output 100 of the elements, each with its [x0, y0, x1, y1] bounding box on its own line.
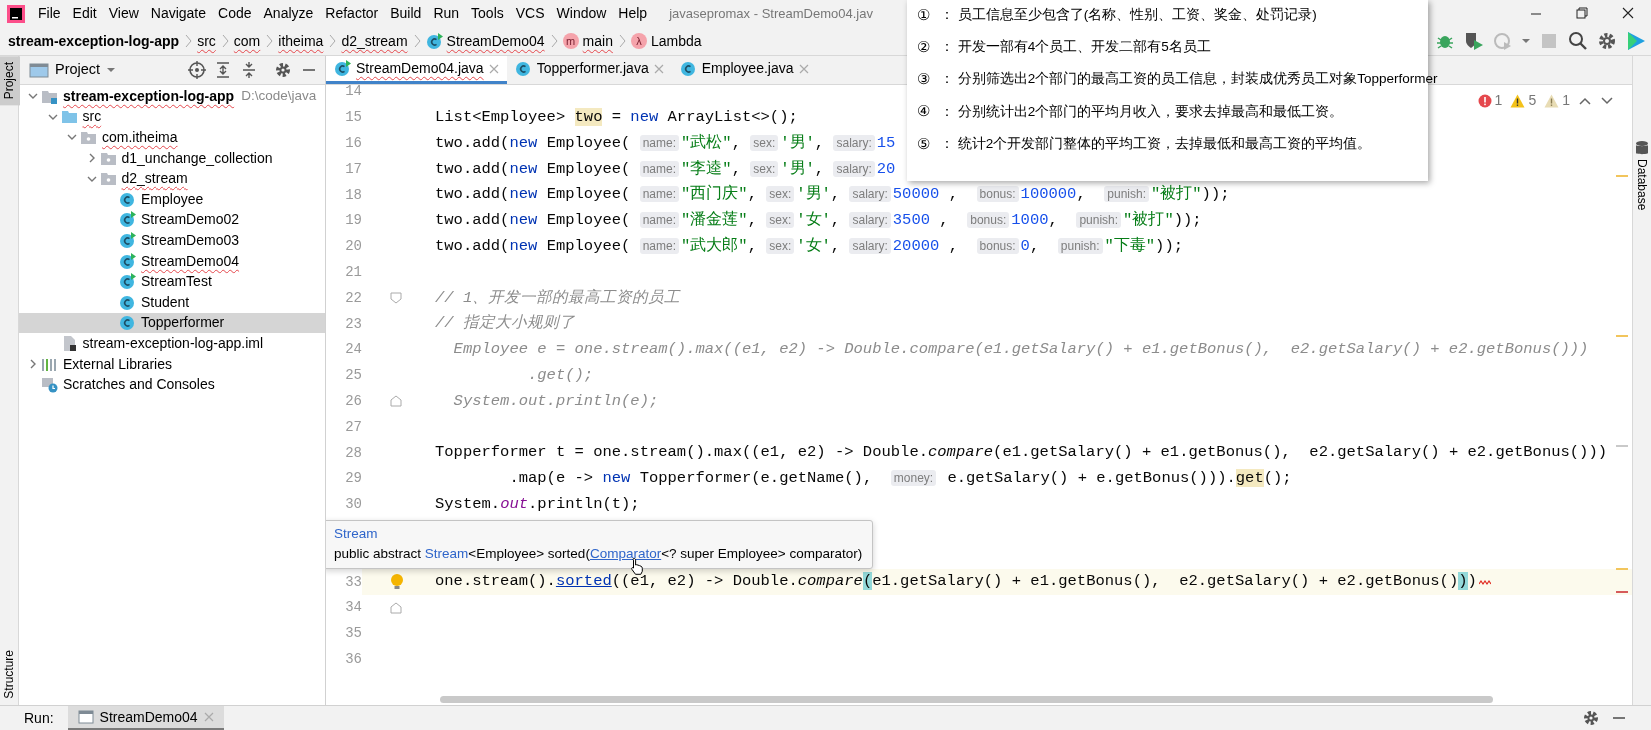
- menu-item[interactable]: VCS: [509, 3, 551, 24]
- parameter-hint: sex:: [766, 186, 795, 203]
- close-icon[interactable]: [488, 63, 499, 74]
- menu-item[interactable]: View: [102, 3, 145, 24]
- breadcrumb-item[interactable]: Lambda: [650, 30, 702, 52]
- close-icon[interactable]: [653, 63, 664, 74]
- tree-item[interactable]: src: [19, 106, 325, 128]
- tree-item[interactable]: StreamDemo04: [19, 250, 325, 272]
- package-icon: [80, 129, 97, 146]
- line-number: 29: [344, 469, 362, 489]
- line-number: 23: [344, 314, 362, 334]
- note-text: ： 分别筛选出2个部门的最高工资的员工信息，封装成优秀员工对象Topperformer: [940, 70, 1438, 89]
- editor-tab[interactable]: StreamDemo04.java: [326, 56, 507, 84]
- tool-window-tab[interactable]: Database: [1633, 159, 1651, 211]
- menu-item[interactable]: Build: [384, 3, 428, 24]
- code-line: one.stream().sorted((e1, e2) -> Double.compare(e1.getSalary() + e1.getBonus(), e2.getSalary() + e2.getBonus())): [435, 571, 1477, 593]
- coverage-icon[interactable]: [1463, 30, 1485, 52]
- method-link[interactable]: sorted: [555, 572, 612, 591]
- breadcrumb-item[interactable]: com: [233, 30, 261, 52]
- breadcrumb-item[interactable]: stream-exception-log-app: [8, 30, 180, 52]
- breadcrumb-item[interactable]: src: [197, 30, 216, 52]
- line-number: 22: [344, 288, 362, 308]
- menu-item[interactable]: Run: [427, 3, 466, 24]
- tree-item[interactable]: Scratches and Consoles: [19, 374, 325, 395]
- line-number: 21: [344, 262, 362, 282]
- breadcrumb-item[interactable]: d2_stream: [341, 30, 408, 52]
- code-line: Topperformer t = one.stream().max((e1, e2) -> Double.compare(e1.getSalary() + e1.getBonus(), e2.getSalary() + e2.getBonus())): [435, 442, 1607, 464]
- tree-item[interactable]: d1_unchange_collection: [19, 147, 325, 169]
- menu-item[interactable]: Refactor: [319, 3, 385, 24]
- parameter-hint: name:: [639, 134, 679, 151]
- parameter-hint: punish:: [1076, 212, 1122, 229]
- line-number: 26: [344, 391, 362, 411]
- breadcrumb-item[interactable]: itheima: [278, 30, 324, 52]
- tree-item[interactable]: StreamTest: [19, 271, 325, 292]
- tree-item[interactable]: Employee: [19, 188, 325, 210]
- settings-icon[interactable]: [1581, 708, 1601, 728]
- tooltip-title[interactable]: Stream: [334, 523, 863, 544]
- path-text: D:\code\java: [241, 87, 317, 106]
- parameter-hint: salary:: [833, 160, 875, 177]
- class-icon: [119, 293, 136, 311]
- tree-item[interactable]: Student: [19, 291, 325, 313]
- scrollbar-thumb[interactable]: [440, 695, 1493, 703]
- tree-item[interactable]: d2_stream: [19, 168, 325, 189]
- menu-item[interactable]: Analyze: [257, 3, 320, 24]
- menu-item[interactable]: File: [32, 3, 67, 24]
- menu-item[interactable]: Window: [550, 3, 613, 24]
- error-icon[interactable]: [1477, 93, 1492, 108]
- chevron-separator-icon: [264, 32, 275, 50]
- note-text: ： 分别统计出2个部门的平均月收入，要求去掉最高和最低工资。: [940, 102, 1344, 121]
- parameter-hint: sex:: [750, 160, 779, 177]
- editor-tab[interactable]: Employee.java: [671, 56, 817, 84]
- panel-title[interactable]: Project: [55, 59, 101, 81]
- search-icon[interactable]: [1567, 30, 1589, 52]
- class-icon: [119, 190, 136, 208]
- menu-item[interactable]: Edit: [66, 3, 103, 24]
- editor-tab[interactable]: Topperformer.java: [506, 56, 672, 84]
- run-tab[interactable]: StreamDemo04: [67, 706, 224, 730]
- locate-icon[interactable]: [187, 60, 207, 80]
- weak-warning-icon[interactable]: [1544, 93, 1560, 108]
- tool-window-tab[interactable]: Structure: [0, 644, 20, 705]
- close-icon[interactable]: [798, 63, 809, 74]
- line-number: 28: [344, 443, 362, 463]
- parameter-hint: name:: [639, 212, 679, 229]
- parameter-hint: name:: [639, 160, 679, 177]
- menu-item[interactable]: Help: [612, 3, 654, 24]
- settings-icon[interactable]: [273, 60, 293, 80]
- tree-item[interactable]: Topperformer: [19, 312, 325, 334]
- tree-item[interactable]: com.itheima: [19, 127, 325, 148]
- fold-icon[interactable]: [390, 292, 402, 305]
- tree-item[interactable]: stream-exception-log-app.iml: [19, 333, 325, 354]
- tree-item[interactable]: stream-exception-log-app D:\code\java: [19, 86, 325, 107]
- fold-icon[interactable]: [390, 395, 402, 408]
- type-link[interactable]: Stream: [424, 545, 469, 561]
- database-icon[interactable]: [1635, 140, 1649, 156]
- warning-icon[interactable]: [1510, 93, 1526, 108]
- chevron-separator-icon: [183, 32, 194, 50]
- breadcrumb-item[interactable]: main: [582, 30, 613, 52]
- tree-item[interactable]: StreamDemo03: [19, 230, 325, 251]
- list-marker: ④: [917, 101, 930, 122]
- menu-item[interactable]: Tools: [465, 3, 510, 24]
- tool-window-tab[interactable]: Project: [0, 56, 20, 106]
- fold-icon[interactable]: [390, 601, 402, 614]
- lightbulb-icon[interactable]: [390, 573, 404, 592]
- breadcrumb-item[interactable]: StreamDemo04: [446, 30, 545, 52]
- code-line: System.out.println(t);: [435, 494, 640, 515]
- issue-count: 1: [1494, 91, 1503, 110]
- settings-icon[interactable]: [1596, 30, 1618, 52]
- type-link[interactable]: Comparator: [589, 545, 662, 561]
- toolbox-logo-icon[interactable]: [1625, 30, 1647, 52]
- note-text: ： 员工信息至少包含了(名称、性别、工资、奖金、处罚记录): [940, 6, 1317, 25]
- parameter-hint: sex:: [766, 238, 795, 255]
- method-icon: m: [562, 33, 579, 49]
- line-number: 36: [344, 649, 362, 669]
- code-line: List<Employee> two = new ArrayList<>();: [435, 107, 798, 129]
- tree-item[interactable]: External Libraries: [19, 353, 325, 375]
- menu-item[interactable]: Code: [212, 3, 258, 24]
- tree-item[interactable]: StreamDemo02: [19, 209, 325, 231]
- menu-item[interactable]: Navigate: [144, 3, 213, 24]
- list-marker: ③: [917, 69, 930, 90]
- parameter-hint: bonus:: [967, 212, 1010, 229]
